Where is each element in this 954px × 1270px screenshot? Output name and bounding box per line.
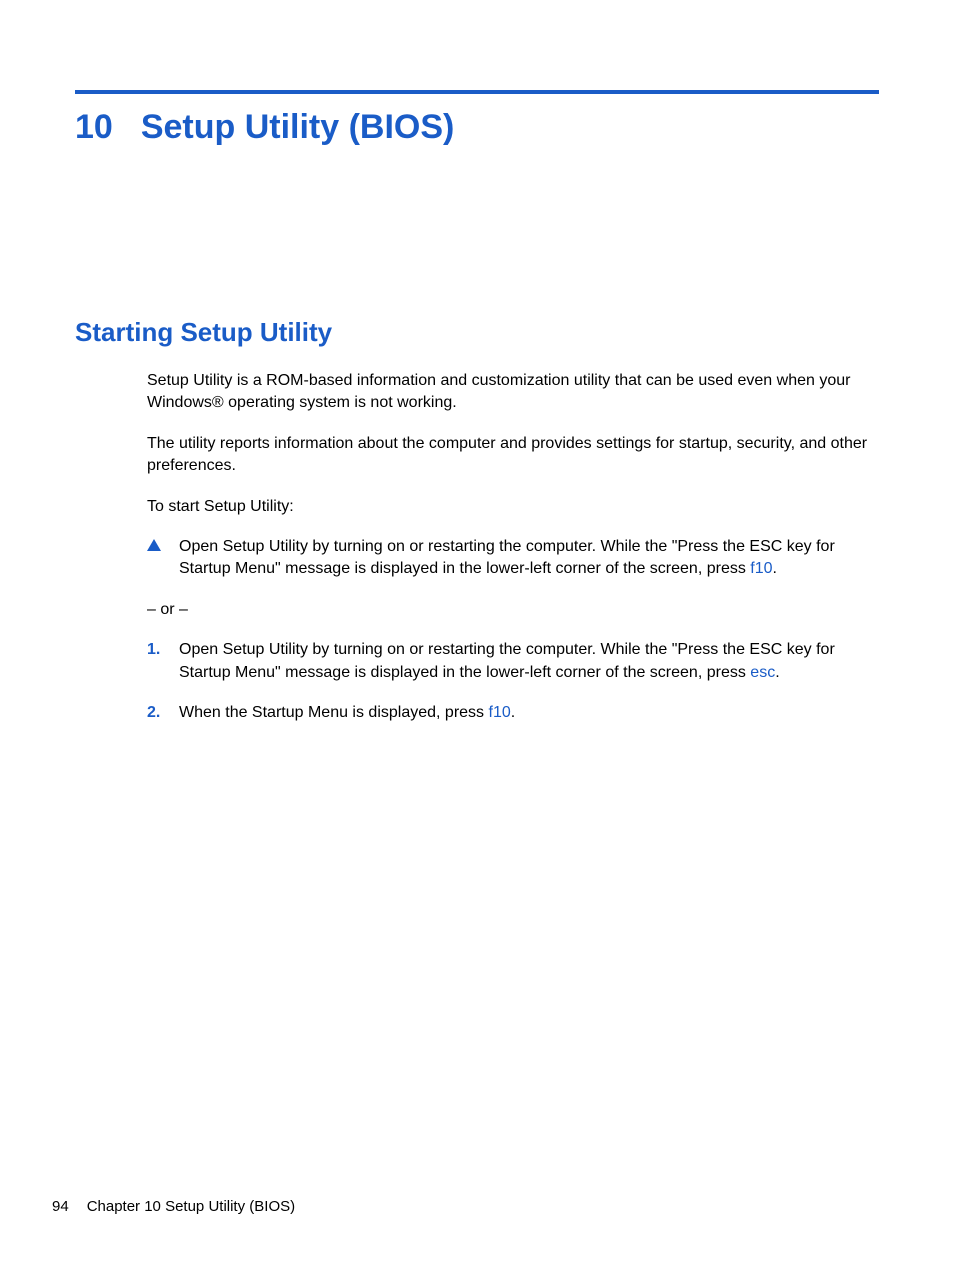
step-number: 1. (147, 639, 179, 684)
instruction-text: Open Setup Utility by turning on or rest… (179, 536, 879, 581)
section-title: Starting Setup Utility (75, 317, 879, 348)
paragraph: Setup Utility is a ROM-based information… (147, 370, 879, 415)
step-text: When the Startup Menu is displayed, pres… (179, 702, 879, 724)
key-label: f10 (750, 560, 772, 577)
paragraph: To start Setup Utility: (147, 496, 879, 518)
text-part: . (775, 664, 779, 681)
paragraph: The utility reports information about th… (147, 433, 879, 478)
text-part: Open Setup Utility by turning on or rest… (179, 641, 835, 680)
numbered-step: 1. Open Setup Utility by turning on or r… (147, 639, 879, 684)
page-number: 94 (52, 1198, 69, 1215)
step-text: Open Setup Utility by turning on or rest… (179, 639, 879, 684)
text-part: Open Setup Utility by turning on or rest… (179, 538, 835, 577)
page-footer: 94 Chapter 10 Setup Utility (BIOS) (52, 1198, 295, 1215)
text-part: . (773, 560, 777, 577)
chapter-title: 10 Setup Utility (BIOS) (75, 108, 879, 147)
body-text: Setup Utility is a ROM-based information… (147, 370, 879, 724)
text-part: . (511, 704, 515, 721)
chapter-title-text: Setup Utility (BIOS) (141, 108, 455, 146)
key-label: f10 (489, 704, 511, 721)
text-part: When the Startup Menu is displayed, pres… (179, 704, 489, 721)
chapter-number: 10 (75, 108, 113, 147)
instruction-item: Open Setup Utility by turning on or rest… (147, 536, 879, 581)
triangle-icon (147, 539, 161, 551)
footer-chapter-label: Chapter 10 Setup Utility (BIOS) (87, 1198, 295, 1215)
numbered-step: 2. When the Startup Menu is displayed, p… (147, 702, 879, 724)
triangle-marker (147, 536, 179, 581)
key-label: esc (750, 664, 775, 681)
step-number: 2. (147, 702, 179, 724)
page-content: 10 Setup Utility (BIOS) Starting Setup Ut… (0, 0, 954, 724)
or-separator: – or – (147, 599, 879, 621)
heading-rule (75, 90, 879, 94)
